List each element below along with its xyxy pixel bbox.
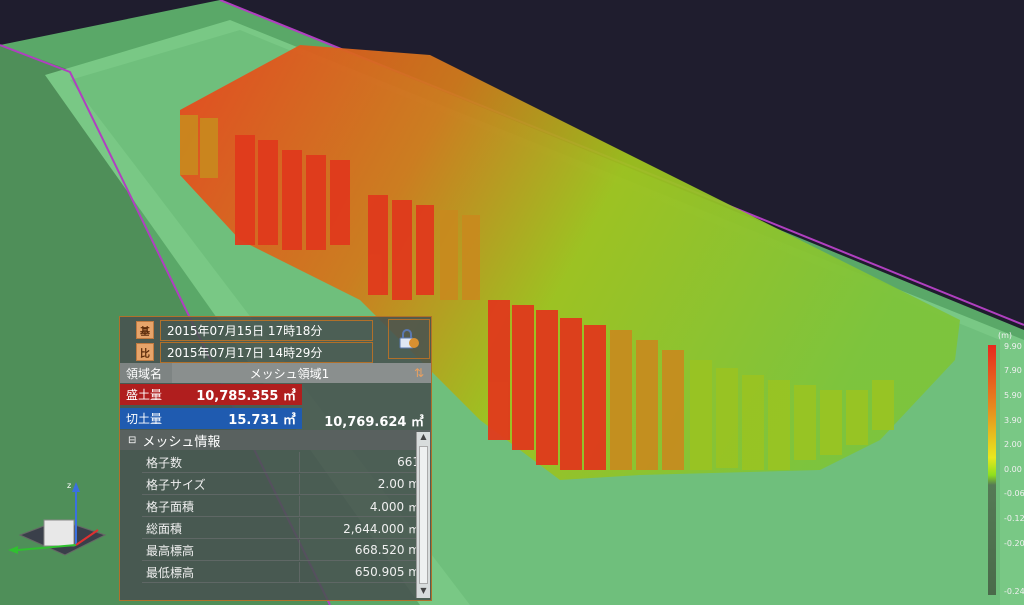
legend-unit: (m) xyxy=(998,331,1013,340)
sort-icon[interactable]: ⇅ xyxy=(407,363,431,383)
compare-date-icon: 比 xyxy=(136,343,154,361)
compare-date[interactable]: 2015年07月17日 14時29分 xyxy=(160,341,373,363)
mesh-label: 格子数 xyxy=(142,452,300,472)
base-date-icon: 基 xyxy=(136,321,154,339)
mesh-row-area: 格子面積 4.000 ㎡ xyxy=(142,496,430,517)
cut-label: 切土量 xyxy=(120,407,172,429)
axis-z-label: z xyxy=(67,481,71,490)
legend-tick: 3.90 xyxy=(1004,416,1022,425)
legend-tick: 5.90 xyxy=(1004,391,1022,400)
base-date-row: 基 2015年07月15日 17時18分 xyxy=(120,319,431,341)
legend-tick: 0.00 xyxy=(1004,465,1022,474)
mesh-label: 総面積 xyxy=(142,518,300,538)
mesh-row-count: 格子数 661 xyxy=(142,452,430,473)
legend-tick: -0.20 xyxy=(1004,539,1024,548)
mesh-label: 最高標高 xyxy=(142,540,300,560)
base-date[interactable]: 2015年07月15日 17時18分 xyxy=(160,319,373,341)
scroll-thumb[interactable] xyxy=(419,446,428,584)
mesh-label: 格子サイズ xyxy=(142,474,300,494)
lock-button[interactable] xyxy=(388,319,430,359)
cut-row: 切土量 15.731 ㎥ 10,769.624 ㎥ xyxy=(120,406,431,430)
elevation-legend: (m) 9.90 7.90 5.90 3.90 2.00 0.00 -0.06 … xyxy=(986,331,1024,598)
mesh-row-size: 格子サイズ 2.00 m xyxy=(142,474,430,495)
legend-tick: -0.06 xyxy=(1004,489,1024,498)
mesh-value: 668.520 m xyxy=(354,543,420,557)
mesh-section-header[interactable]: ⊟ メッシュ情報 xyxy=(120,430,431,450)
mesh-section-title: メッシュ情報 xyxy=(142,434,221,450)
legend-tick: 9.90 xyxy=(1004,342,1022,351)
mesh-label: 最低標高 xyxy=(142,562,300,582)
cut-value: 15.731 ㎥ xyxy=(172,407,302,429)
legend-color-bar xyxy=(988,345,996,595)
mesh-label: 格子面積 xyxy=(142,496,300,516)
collapse-icon[interactable]: ⊟ xyxy=(128,435,136,446)
region-name[interactable]: メッシュ領域1 xyxy=(172,363,407,383)
legend-tick: 2.00 xyxy=(1004,440,1022,449)
compare-date-row: 比 2015年07月17日 14時29分 xyxy=(120,341,431,363)
legend-tick: 7.90 xyxy=(1004,366,1022,375)
mesh-value: 2,644.000 ㎡ xyxy=(343,521,420,536)
fill-value: 10,785.355 ㎥ xyxy=(172,384,302,405)
mesh-value: 661 xyxy=(397,455,420,469)
scroll-up-icon[interactable]: ▲ xyxy=(417,432,430,444)
legend-tick: -0.12 xyxy=(1004,514,1024,523)
fill-row: 盛土量 10,785.355 ㎥ xyxy=(120,384,431,405)
legend-tick: -0.24 xyxy=(1004,587,1024,596)
net-value: 10,769.624 ㎥ xyxy=(324,415,424,430)
fill-label: 盛土量 xyxy=(120,384,172,405)
mesh-row-total-area: 総面積 2,644.000 ㎡ xyxy=(142,518,430,539)
mesh-row-max-elev: 最高標高 668.520 m xyxy=(142,540,430,561)
mesh-row-min-elev: 最低標高 650.905 m xyxy=(142,562,430,583)
scrollbar[interactable]: ▲ ▼ xyxy=(416,432,430,598)
lock-icon xyxy=(399,329,419,349)
region-label: 領域名 xyxy=(120,363,172,383)
region-header-row: 領域名 メッシュ領域1 ⇅ xyxy=(120,363,431,383)
earthwork-info-panel: 基 2015年07月15日 17時18分 比 2015年07月17日 14時29… xyxy=(119,316,432,601)
scroll-down-icon[interactable]: ▼ xyxy=(417,586,430,598)
mesh-value: 650.905 m xyxy=(354,565,420,579)
mesh-value: 4.000 ㎡ xyxy=(369,499,420,514)
mesh-value: 2.00 m xyxy=(377,477,420,491)
